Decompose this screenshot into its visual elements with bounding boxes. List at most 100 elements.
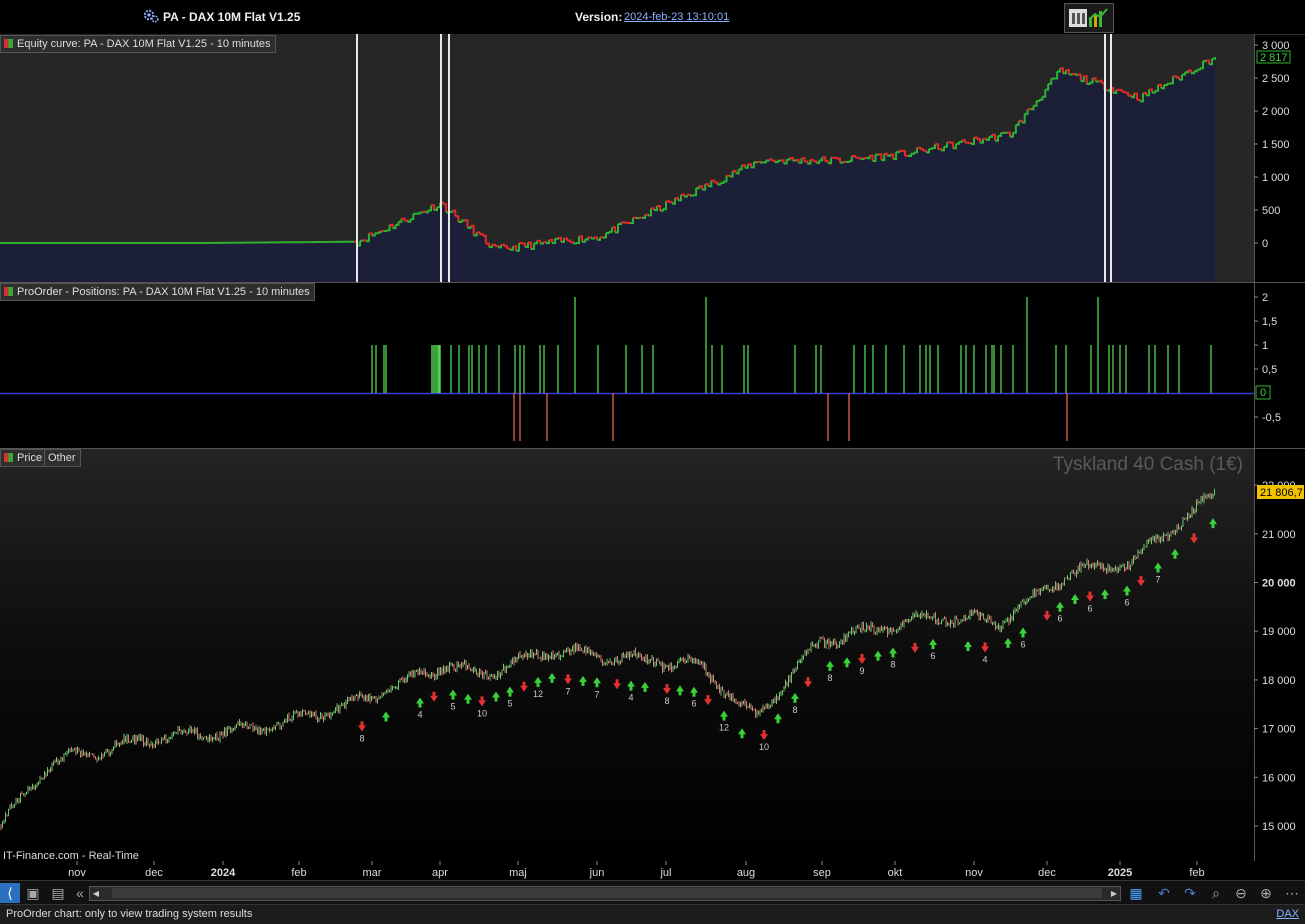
trade-count-label: 12 [719, 723, 729, 733]
trade-count-label: 10 [759, 742, 769, 752]
trade-count-label: 7 [565, 686, 570, 696]
trade-count-label: 5 [507, 699, 512, 709]
trade-count-label: 8 [827, 673, 832, 683]
equity-segment [363, 240, 366, 241]
trade-count-label: 6 [1124, 598, 1129, 608]
scroll-right-icon[interactable]: ▶ [1108, 887, 1120, 900]
positions-axis-label: 1,5 [1262, 316, 1277, 328]
time-axis-label: dec [145, 867, 163, 879]
price-axis-label: 18 000 [1262, 675, 1296, 687]
positions-axis-label: 2 [1262, 292, 1268, 304]
title-bar: PA - DAX 10M Flat V1.25 Version: 2024-fe… [0, 0, 1305, 35]
positions-current-value: 0 [1260, 387, 1266, 399]
strategy-name: PA - DAX 10M Flat V1.25 [163, 10, 300, 24]
instrument-link[interactable]: DAX [1276, 908, 1299, 920]
redo-icon[interactable]: ↷ [1180, 883, 1200, 903]
equity-segment [375, 232, 378, 233]
undo-icon[interactable]: ↶ [1154, 883, 1174, 903]
equity-segment [591, 237, 594, 238]
backtest-report-button[interactable] [1064, 3, 1114, 33]
zoom-in-icon[interactable]: ⊕ [1256, 883, 1276, 903]
trade-count-label: 6 [1020, 639, 1025, 649]
price-tab[interactable]: Price [0, 449, 47, 467]
version-label: Version: [575, 10, 622, 24]
price-current-value: 21 806,7 [1260, 487, 1303, 499]
price-axis-label: 20 000 [1262, 578, 1296, 590]
trade-count-label: 6 [691, 699, 696, 709]
trade-count-label: 8 [890, 659, 895, 669]
collapse-left-icon[interactable]: « [70, 883, 90, 903]
panel-color-icon [4, 39, 13, 48]
equity-axis-label: 0 [1262, 238, 1268, 250]
calendar-icon[interactable]: ▦ [1126, 883, 1146, 903]
horizontal-scrollbar[interactable]: ◀ ▶ [89, 886, 1121, 901]
trade-count-label: 6 [930, 651, 935, 661]
trade-count-label: 4 [982, 654, 987, 664]
share-icon[interactable]: ⟨ [0, 883, 20, 903]
other-tab-label: Other [48, 452, 76, 464]
price-axis-label: 15 000 [1262, 821, 1296, 833]
equity-segment [727, 176, 730, 177]
chart-area[interactable]: 8451051277486121088986466667 3 0002 5002… [0, 34, 1305, 880]
time-axis-label: maj [509, 867, 527, 879]
positions-panel-label[interactable]: ProOrder - Positions: PA - DAX 10M Flat … [0, 283, 315, 301]
equity-segment [519, 243, 522, 244]
trade-count-label: 8 [664, 696, 669, 706]
equity-segment [507, 249, 510, 250]
trade-count-label: 4 [417, 710, 422, 720]
other-tab[interactable]: Other [44, 449, 81, 467]
equity-segment [416, 213, 419, 214]
chart-toolbar: ⟨ ▣ ▤ « ◀ ▶ ▦ ↶ ↷ ⌕ ⊖ ⊕ ⋯ [0, 880, 1305, 905]
equity-segment [793, 160, 796, 161]
equity-axis-label: 1 500 [1262, 139, 1290, 151]
equity-current-value: 2 817 [1260, 52, 1288, 64]
equity-axis-label: 3 000 [1262, 40, 1290, 52]
equity-segment [404, 221, 407, 222]
equity-segment [1069, 74, 1072, 75]
trade-count-label: 8 [359, 733, 364, 743]
time-axis-label: sep [813, 867, 831, 879]
window-layout-icon[interactable]: ▣ [23, 883, 43, 903]
panel-color-icon [4, 287, 13, 296]
scroll-left-icon[interactable]: ◀ [90, 887, 102, 900]
equity-segment [846, 161, 849, 162]
trade-count-label: 7 [1155, 574, 1160, 584]
equity-segment [588, 238, 591, 239]
more-options-icon[interactable]: ⋯ [1282, 883, 1302, 903]
equity-segment [645, 215, 648, 216]
equity-panel-title: Equity curve: PA - DAX 10M Flat V1.25 - … [17, 38, 271, 50]
equity-segment [543, 242, 546, 243]
data-source-label: IT-Finance.com - Real-Time [3, 850, 139, 862]
equity-axis-label: 1 000 [1262, 172, 1290, 184]
chart-settings-icon[interactable]: ▤ [48, 883, 68, 903]
gear-icon[interactable] [143, 8, 159, 24]
equity-segment [757, 162, 760, 163]
time-axis-label: nov [965, 867, 983, 879]
positions-axis-label: 0,5 [1262, 364, 1277, 376]
equity-segment [983, 139, 986, 140]
trade-count-label: 6 [1087, 604, 1092, 614]
equity-segment [840, 162, 843, 163]
report-chart-icon [1065, 4, 1113, 32]
zoom-out-icon[interactable]: ⊖ [1231, 883, 1251, 903]
equity-segment [766, 160, 769, 161]
zoom-area-icon[interactable]: ⌕ [1206, 883, 1226, 903]
trade-count-label: 4 [628, 693, 633, 703]
equity-panel-label[interactable]: Equity curve: PA - DAX 10M Flat V1.25 - … [0, 35, 276, 53]
equity-segment [1072, 74, 1075, 75]
equity-segment [947, 142, 950, 143]
equity-axis-label: 500 [1262, 205, 1280, 217]
time-axis-label: aug [737, 867, 755, 879]
scrollbar-thumb[interactable] [112, 888, 1102, 898]
price-axis-label: 17 000 [1262, 724, 1296, 736]
equity-axis-label: 2 000 [1262, 106, 1290, 118]
trade-count-label: 5 [450, 702, 455, 712]
trade-count-label: 12 [533, 689, 543, 699]
version-link[interactable]: 2024-feb-23 13:10:01 [624, 11, 729, 23]
equity-segment [861, 158, 864, 159]
price-axis-label: 19 000 [1262, 626, 1296, 638]
time-axis-label: 2024 [211, 867, 236, 879]
status-bar: ProOrder chart: only to view trading sys… [0, 904, 1305, 924]
time-axis-label: apr [432, 867, 448, 879]
time-axis-label: jul [659, 867, 671, 879]
